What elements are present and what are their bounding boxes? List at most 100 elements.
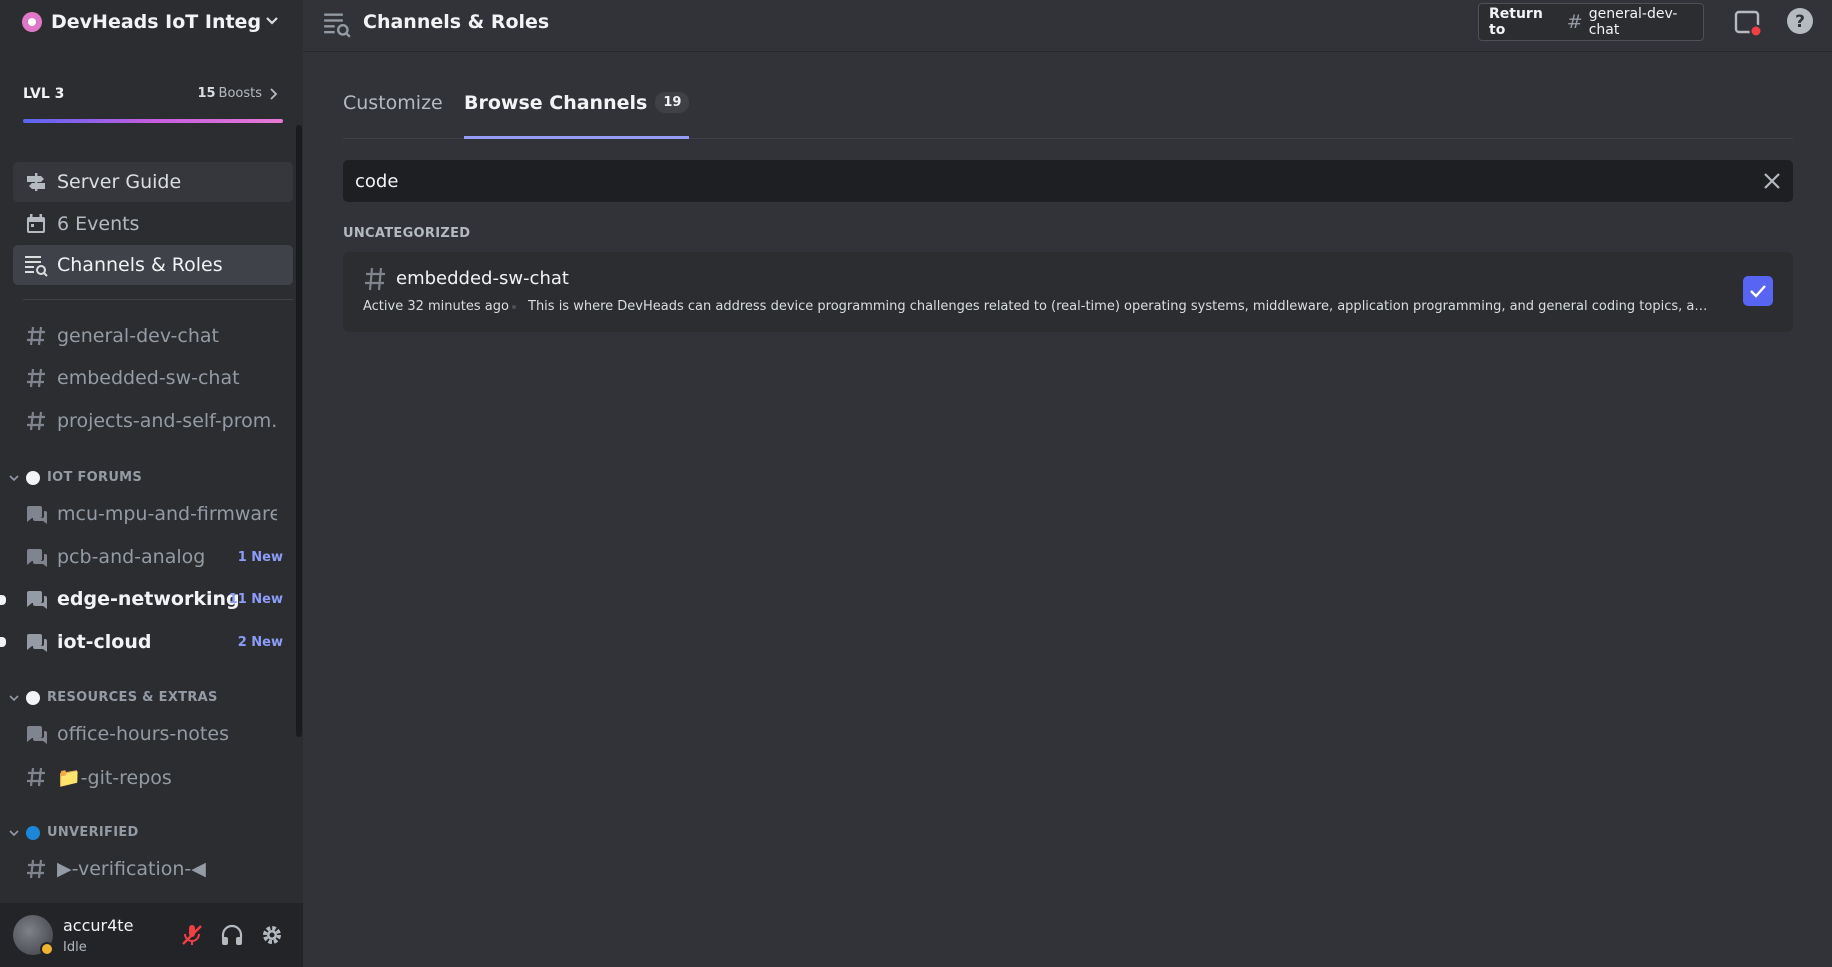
hashtag-icon — [365, 267, 385, 291]
channel-label: edge-networking — [57, 588, 240, 610]
hashtag-icon: # — [1566, 11, 1583, 33]
nav-channels-roles[interactable]: Channels & Roles — [13, 245, 293, 285]
boost-progress-bar — [23, 119, 283, 123]
boosts-link[interactable]: 15 Boosts — [197, 86, 278, 101]
inbox-icon[interactable] — [1733, 8, 1763, 38]
new-badge: 11 New — [228, 591, 283, 607]
channel-count-badge: 19 — [655, 92, 690, 113]
channel-label: embedded-sw-chat — [57, 367, 240, 389]
chevron-down-icon — [9, 829, 19, 836]
channel-result-row[interactable]: embedded-sw-chat Active 32 minutes ago T… — [343, 252, 1793, 332]
channel-label: 📁-git-repos — [57, 766, 172, 789]
channel-browse-icon — [324, 13, 351, 38]
return-label: Return to — [1489, 6, 1543, 38]
forum-icon — [23, 629, 49, 655]
sidebar-scrollbar[interactable] — [296, 125, 302, 737]
category-resources-extras[interactable]: RESOURCES & EXTRAS — [8, 690, 218, 705]
hashtag-icon — [23, 323, 49, 349]
deafen-button[interactable] — [218, 921, 246, 949]
unread-indicator — [0, 595, 6, 605]
server-icon — [22, 12, 42, 32]
channel-label: pcb-and-analog — [57, 546, 206, 568]
nav-label: Server Guide — [57, 171, 182, 193]
nav-label: 6 Events — [57, 213, 140, 235]
user-panel: accur4te Idle — [0, 903, 303, 967]
new-badge: 2 New — [237, 634, 283, 650]
hashtag-icon — [23, 856, 49, 882]
category-dot-icon — [26, 470, 40, 485]
return-channel: general-dev-chat — [1588, 6, 1678, 38]
channel-pcb-and-analog[interactable]: pcb-and-analog 1 New — [13, 537, 293, 577]
channel-label: projects-and-self-prom... — [57, 410, 277, 432]
nav-server-guide[interactable]: Server Guide — [13, 162, 293, 202]
username[interactable]: accur4te — [63, 916, 133, 935]
unread-indicator — [0, 637, 6, 647]
sidebar: DevHeads IoT Integra... LVL 3 15Boosts S… — [0, 0, 303, 967]
chevron-down-icon — [266, 17, 278, 25]
mute-button[interactable] — [178, 921, 206, 949]
calendar-icon — [23, 211, 49, 237]
category-label: IOT FORUMS — [47, 470, 143, 485]
tab-bar: Customize Browse Channels 19 — [343, 92, 1793, 139]
server-header[interactable]: DevHeads IoT Integra... — [0, 0, 303, 44]
channel-label: office-hours-notes — [57, 723, 229, 745]
nav-label: Channels & Roles — [57, 254, 223, 276]
user-status: Idle — [63, 940, 87, 955]
category-dot-icon — [26, 825, 40, 840]
channel-label: iot-cloud — [57, 631, 152, 653]
channel-browse-icon — [23, 252, 49, 278]
checkmark-icon — [1750, 285, 1766, 298]
channel-projects-and-self-promo[interactable]: projects-and-self-prom... — [13, 401, 293, 441]
category-unverified[interactable]: UNVERIFIED — [8, 825, 139, 840]
return-to-channel-button[interactable]: Return to # general-dev-chat — [1478, 3, 1704, 41]
gear-icon — [263, 926, 281, 944]
forum-icon — [23, 586, 49, 612]
channel-office-hours-notes[interactable]: office-hours-notes — [13, 714, 293, 754]
top-bar: Channels & Roles Return to # general-dev… — [303, 0, 1832, 52]
close-icon[interactable] — [1761, 170, 1783, 192]
category-iot-forums[interactable]: IOT FORUMS — [8, 470, 142, 485]
channel-edge-networking[interactable]: edge-networking 11 New — [13, 579, 293, 619]
channel-label: ▶-verification-◀ — [57, 858, 206, 880]
chevron-down-icon — [9, 474, 19, 481]
result-channel-name: embedded-sw-chat — [396, 268, 569, 289]
hashtag-icon — [23, 365, 49, 391]
boost-count: 15 — [197, 86, 216, 101]
category-label: RESOURCES & EXTRAS — [47, 690, 218, 705]
nav-events[interactable]: 6 Events — [13, 204, 293, 244]
search-box — [343, 160, 1793, 202]
channel-general-dev-chat[interactable]: general-dev-chat — [13, 316, 293, 356]
svg-text:?: ? — [1795, 12, 1805, 32]
new-badge: 1 New — [237, 549, 283, 565]
channel-iot-cloud[interactable]: iot-cloud 2 New — [13, 622, 293, 662]
forum-icon — [23, 721, 49, 747]
follow-checkbox[interactable] — [1743, 276, 1773, 306]
server-name: DevHeads IoT Integra... — [51, 11, 261, 33]
channel-mcu-mpu-and-firmware[interactable]: mcu-mpu-and-firmware — [13, 494, 293, 534]
sidebar-divider — [23, 299, 293, 300]
tab-customize[interactable]: Customize — [343, 92, 443, 138]
search-input[interactable] — [355, 160, 1735, 202]
tab-label: Customize — [343, 92, 443, 114]
server-level: LVL 3 — [23, 86, 65, 102]
forum-icon — [23, 501, 49, 527]
channel-verification[interactable]: ▶-verification-◀ — [13, 849, 293, 889]
forum-icon — [23, 544, 49, 570]
chevron-right-icon — [270, 87, 278, 100]
separator-dot — [512, 305, 516, 309]
hashtag-icon — [23, 408, 49, 434]
user-settings-button[interactable] — [258, 921, 286, 949]
help-icon[interactable]: ? — [1785, 6, 1815, 36]
idle-status-icon — [40, 942, 54, 956]
results-category-label: UNCATEGORIZED — [343, 226, 471, 241]
boost-label: Boosts — [218, 86, 262, 101]
tab-label: Browse Channels — [464, 92, 648, 114]
channel-label: mcu-mpu-and-firmware — [57, 503, 277, 525]
signpost-icon — [23, 169, 49, 195]
result-description: This is where DevHeads can address devic… — [528, 299, 1708, 314]
tab-browse-channels[interactable]: Browse Channels 19 — [464, 92, 690, 139]
channel-embedded-sw-chat[interactable]: embedded-sw-chat — [13, 358, 293, 398]
channel-label: general-dev-chat — [57, 325, 219, 347]
category-dot-icon — [26, 690, 40, 705]
channel-git-repos[interactable]: 📁-git-repos — [13, 757, 293, 797]
